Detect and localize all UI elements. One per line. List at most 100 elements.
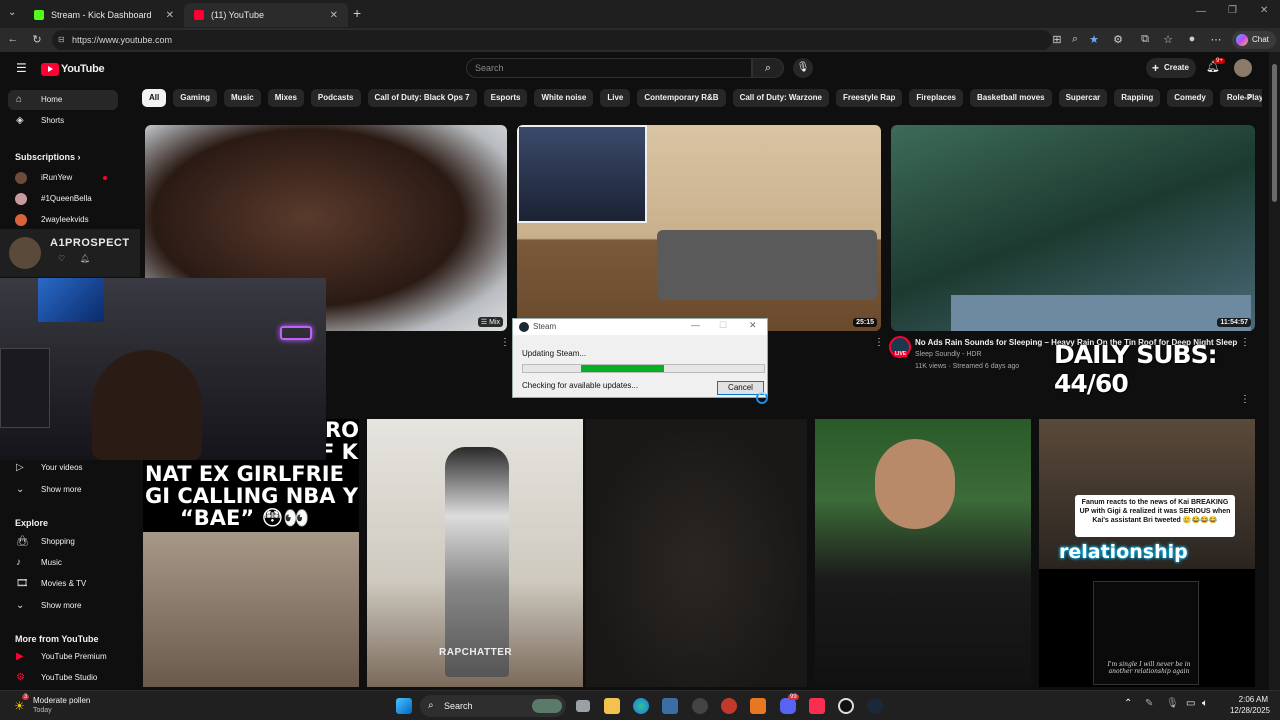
minimize-icon[interactable]: — <box>691 320 700 330</box>
video-thumbnail[interactable] <box>815 419 1031 687</box>
sidebar-item-music[interactable]: ♪ Music <box>0 553 130 573</box>
filter-chip[interactable]: Supercar <box>1058 89 1108 107</box>
taskbar-search[interactable]: ⌕ Search <box>420 695 566 717</box>
filter-chip[interactable]: Music <box>224 89 261 107</box>
neon-light-icon <box>280 326 312 340</box>
music-app-icon[interactable] <box>809 698 825 714</box>
sidebar-item-premium[interactable]: ▶ YouTube Premium <box>0 647 130 667</box>
refresh-icon[interactable]: ↻ <box>30 33 44 46</box>
video-thumbnail[interactable]: 25:15 <box>517 125 881 331</box>
sidebar-item-movies[interactable]: 🎞︎ Movies & TV <box>0 574 130 594</box>
video-thumbnail[interactable]: 11:54:57 <box>891 125 1255 331</box>
sidebar-sub-item[interactable]: 2wayleekvids <box>0 210 130 230</box>
voice-search-button[interactable]: 🎙︎ <box>793 58 813 78</box>
filter-chip[interactable]: Call of Duty: Warzone <box>732 89 829 107</box>
split-screen-icon[interactable]: ⧉ <box>1138 33 1152 46</box>
guide-menu-icon[interactable]: ☰ <box>16 61 27 75</box>
filter-chip[interactable]: Podcasts <box>310 89 361 107</box>
filter-chip[interactable]: Mixes <box>267 89 304 107</box>
close-tab-icon[interactable]: ✕ <box>166 10 174 21</box>
restore-icon[interactable]: ❐ <box>1228 5 1237 16</box>
chips-next-chevron-icon[interactable]: › <box>1248 91 1252 103</box>
apps-icon[interactable]: ⊞ <box>1050 33 1064 46</box>
filter-chip[interactable]: White noise <box>534 89 594 107</box>
sidebar-item-home[interactable]: ⌂ Home <box>8 90 118 110</box>
tray-app-icon[interactable]: ✎ <box>1145 698 1153 709</box>
filter-chip[interactable]: Rapping <box>1114 89 1161 107</box>
filter-chip[interactable]: All <box>142 89 167 107</box>
channel-name: 2wayleekvids <box>41 215 89 224</box>
close-tab-icon[interactable]: ✕ <box>330 10 338 21</box>
file-explorer-icon[interactable] <box>604 698 620 714</box>
mic-icon[interactable]: 🎙︎ <box>1166 698 1179 709</box>
tab-kick-dashboard[interactable]: Stream - Kick Dashboard ✕ <box>24 3 184 27</box>
account-avatar[interactable] <box>1234 59 1252 77</box>
filter-chip[interactable]: Call of Duty: Black Ops 7 <box>367 89 477 107</box>
tab-list-chevron-icon[interactable]: ⌄ <box>8 7 16 18</box>
volume-icon[interactable]: 🔈︎ <box>1202 698 1208 709</box>
network-icon[interactable]: ▭ <box>1186 698 1195 709</box>
store-icon[interactable] <box>662 698 678 714</box>
page-scrollbar[interactable] <box>1269 52 1280 690</box>
video-thumbnail[interactable] <box>586 419 807 687</box>
sidebar-item-shorts[interactable]: ◈ Shorts <box>0 111 130 131</box>
clock-date[interactable]: 12/28/2025 <box>1222 706 1270 715</box>
start-button[interactable] <box>396 698 412 714</box>
sidebar-show-more[interactable]: ⌄ Show more <box>0 480 130 500</box>
subscriptions-heading[interactable]: Subscriptions › <box>15 152 81 162</box>
filter-chip[interactable]: Esports <box>483 89 528 107</box>
tray-overflow-icon[interactable]: ⌃ <box>1124 698 1132 709</box>
github-icon[interactable] <box>692 698 708 714</box>
video-thumbnail[interactable]: RAPCHATTER <box>367 419 583 687</box>
search-input[interactable]: Search <box>466 58 752 78</box>
back-icon[interactable]: ← <box>6 33 20 45</box>
sidebar-sub-item[interactable]: #1QueenBella <box>0 189 130 209</box>
close-icon[interactable]: ✕ <box>749 320 757 331</box>
youtube-logo[interactable]: YouTube <box>41 62 105 76</box>
filter-chip[interactable]: Gaming <box>173 89 218 107</box>
filter-chip[interactable]: Fireplaces <box>909 89 963 107</box>
obs-icon[interactable] <box>838 698 854 714</box>
url-field[interactable]: ⊟ https://www.youtube.com <box>52 30 1052 50</box>
new-tab-icon[interactable]: + <box>353 5 361 21</box>
filter-chip[interactable]: Basketball moves <box>970 89 1052 107</box>
filter-chip[interactable]: Role-Playing Games <box>1219 89 1262 107</box>
sidebar-sub-item[interactable]: iRunYew <box>0 168 130 188</box>
more-menu-icon[interactable]: ⋯ <box>1209 33 1223 46</box>
sidebar-item-studio[interactable]: ⚙ YouTube Studio <box>0 668 130 688</box>
tab-youtube[interactable]: (11) YouTube ✕ <box>184 3 348 27</box>
filter-chip[interactable]: Contemporary R&B <box>637 89 726 107</box>
weather-widget[interactable]: ☀ 3 Moderate pollen Today <box>10 693 110 719</box>
video-menu-icon[interactable]: ⋮ <box>500 337 510 348</box>
minimize-icon[interactable]: — <box>1196 6 1206 17</box>
scrollbar-thumb[interactable] <box>1272 64 1277 202</box>
steam-taskbar-icon[interactable] <box>867 698 883 714</box>
channel-name[interactable]: Sleep Soundly - HDR <box>915 351 982 358</box>
create-button[interactable]: + Create <box>1146 58 1196 78</box>
task-view-icon[interactable] <box>576 700 590 712</box>
sidebar-item-shopping[interactable]: 👜︎ Shopping <box>0 532 130 552</box>
site-info-icon[interactable]: ⊟ <box>58 30 65 50</box>
sidebar-show-more[interactable]: ⌄ Show more <box>0 596 130 616</box>
profile-icon[interactable]: ● <box>1185 33 1199 45</box>
search-button[interactable]: ⌕ <box>752 58 784 78</box>
filter-chip[interactable]: Freestyle Rap <box>835 89 903 107</box>
extensions-icon[interactable]: ⚙ <box>1111 33 1125 46</box>
favorite-star-icon[interactable]: ★ <box>1087 33 1101 46</box>
app-icon[interactable] <box>721 698 737 714</box>
edge-icon[interactable] <box>633 698 649 714</box>
copilot-chat-button[interactable]: Chat <box>1232 31 1276 49</box>
vlc-icon[interactable] <box>750 698 766 714</box>
discord-icon[interactable] <box>780 698 796 714</box>
sidebar-item-your-videos[interactable]: ▷ Your videos <box>0 458 130 478</box>
zoom-icon[interactable]: ⌕ <box>1068 33 1082 46</box>
channel-avatar[interactable]: LIVE <box>889 336 911 358</box>
video-thumbnail[interactable]: Fanum reacts to the news of Kai BREAKING… <box>1039 419 1255 687</box>
shorts-icon: ◈ <box>16 115 24 126</box>
video-menu-icon[interactable]: ⋮ <box>874 337 884 348</box>
clock-time[interactable]: 2:06 AM <box>1228 695 1268 704</box>
window-close-icon[interactable]: ✕ <box>1260 5 1268 16</box>
filter-chip[interactable]: Comedy <box>1167 89 1213 107</box>
filter-chip[interactable]: Live <box>600 89 631 107</box>
favorites-icon[interactable]: ☆ <box>1161 33 1175 46</box>
